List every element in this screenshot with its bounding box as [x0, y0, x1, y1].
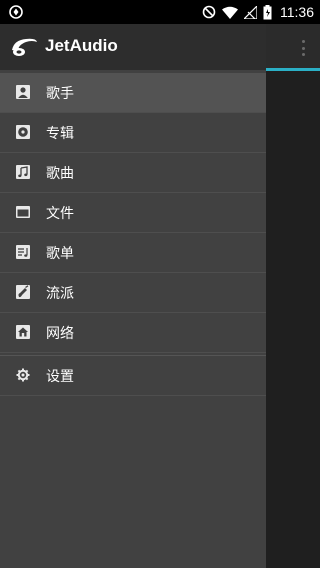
wifi-icon: [222, 6, 238, 19]
song-icon: [16, 165, 30, 179]
album-icon: [16, 125, 30, 139]
menu-item-artists[interactable]: 歌手: [0, 73, 266, 113]
overflow-menu-icon[interactable]: [300, 40, 306, 56]
artist-icon: [16, 85, 30, 99]
genre-icon: [16, 285, 30, 299]
drawer-menu: 歌手 专辑 歌曲 文件 歌单 流派 网络 设置: [0, 73, 266, 396]
menu-item-settings[interactable]: 设置: [0, 355, 266, 396]
menu-item-label: 文件: [46, 205, 74, 222]
do-not-disturb-icon: [202, 5, 216, 19]
drawer-header: JetAudio: [0, 24, 266, 70]
notification-icon: [9, 5, 23, 19]
menu-item-genres[interactable]: 流派: [0, 273, 266, 313]
menu-item-label: 网络: [46, 325, 74, 342]
status-bar: 11:36: [0, 0, 320, 24]
navigation-drawer: JetAudio 歌手 专辑 歌曲 文件 歌单 流派 网络 设置: [0, 24, 266, 568]
playlist-icon: [16, 245, 30, 259]
app-title: JetAudio: [45, 36, 118, 55]
status-time: 11:36: [280, 4, 314, 20]
menu-item-files[interactable]: 文件: [0, 193, 266, 233]
menu-item-label: 歌手: [46, 85, 74, 102]
menu-item-label: 专辑: [46, 125, 74, 142]
menu-item-label: 歌曲: [46, 165, 74, 182]
menu-item-songs[interactable]: 歌曲: [0, 153, 266, 193]
signal-icon: [244, 5, 257, 19]
folder-icon: [16, 206, 30, 218]
menu-item-label: 设置: [46, 368, 74, 385]
network-icon: [16, 325, 30, 339]
jetaudio-logo-icon: [12, 38, 37, 56]
battery-icon: [263, 4, 272, 19]
menu-item-network[interactable]: 网络: [0, 313, 266, 353]
menu-item-label: 歌单: [46, 245, 74, 262]
menu-item-label: 流派: [46, 285, 74, 302]
menu-item-albums[interactable]: 专辑: [0, 113, 266, 153]
gear-icon: [16, 368, 30, 382]
menu-item-playlists[interactable]: 歌单: [0, 233, 266, 273]
